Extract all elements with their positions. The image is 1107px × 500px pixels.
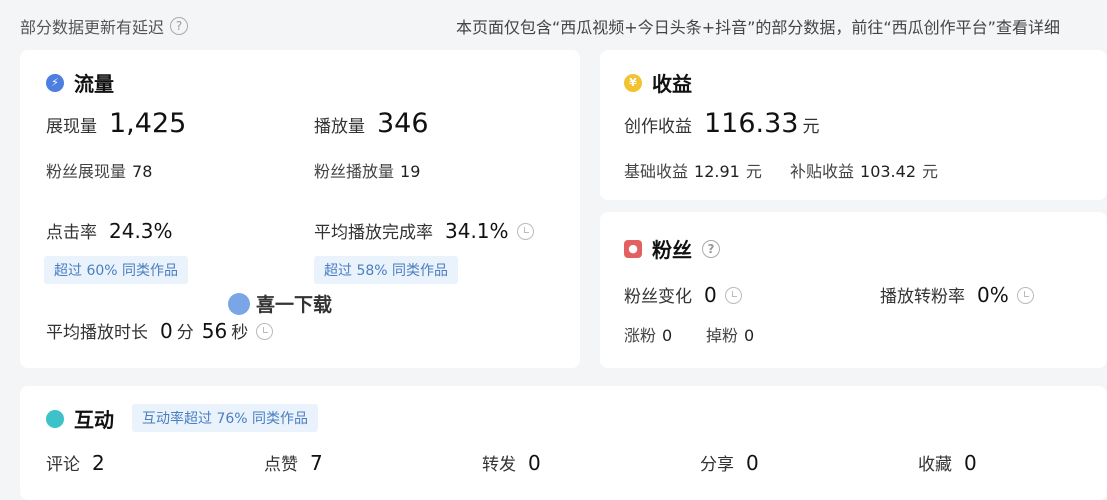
creation-revenue-value: 116.33 (704, 108, 799, 139)
ctr-value: 24.3% (109, 219, 173, 243)
comments-label: 评论 (46, 455, 80, 475)
conversion-metric: 播放转粉率 0% (880, 282, 1034, 307)
help-icon[interactable]: ? (170, 17, 189, 35)
ctr-label: 点击率 (46, 223, 97, 243)
chat-bubble-icon (46, 409, 64, 428)
interaction-item-shares: 分享 0 (700, 450, 759, 475)
traffic-title-text: 流量 (74, 72, 114, 96)
favorites-value: 0 (964, 451, 977, 475)
base-revenue-label: 基础收益 (624, 162, 689, 181)
watermark: 喜一下载 (228, 290, 332, 317)
person-icon: ● (624, 239, 642, 258)
interaction-item-comments: 评论 2 (46, 450, 105, 475)
shares-label: 分享 (700, 455, 734, 475)
traffic-title: ⚡ 流量 (46, 68, 114, 97)
fan-impressions-value: 78 (132, 162, 153, 181)
base-revenue-unit: 元 (745, 162, 762, 181)
completion-rank-tag: 超过 58% 同类作品 (314, 256, 459, 284)
minute-unit: 分 (176, 323, 194, 343)
interaction-rank-tag: 互动率超过 76% 同类作品 (132, 404, 319, 432)
fans-title-text: 粉丝 (652, 238, 692, 262)
delay-note: 部分数据更新有延迟 ? (20, 14, 189, 38)
subsidy-revenue-label: 补贴收益 (790, 162, 855, 181)
subsidy-revenue-unit: 元 (922, 162, 939, 181)
fan-impressions-metric: 粉丝展现量 78 (46, 158, 152, 182)
reposts-value: 0 (528, 451, 541, 475)
ctr-metric: 点击率 24.3% (46, 218, 173, 243)
avg-duration-metric: 平均播放时长 0 分 56 秒 (46, 318, 274, 343)
fans-change-label: 粉丝变化 (624, 287, 692, 307)
impressions-value: 1,425 (109, 108, 187, 139)
lightning-icon: ⚡ (46, 73, 64, 92)
scope-note: 本页面仅包含“西瓜视频+今日头条+抖音”的部分数据，前往“西瓜创作平台”查看详细 (456, 18, 1060, 37)
duration-clock-icon[interactable] (256, 323, 274, 340)
conversion-clock-icon[interactable] (1016, 287, 1034, 304)
fans-change-metric: 粉丝变化 0 (624, 282, 742, 307)
history-clock-icon[interactable] (516, 223, 534, 240)
fans-loss-metric: 掉粉 0 (706, 322, 754, 346)
second-unit: 秒 (231, 323, 249, 343)
fans-loss-label: 掉粉 (706, 326, 739, 345)
fans-change-value: 0 (704, 283, 717, 307)
conversion-value: 0% (977, 283, 1009, 307)
creation-revenue-label: 创作收益 (624, 117, 692, 137)
fan-plays-label: 粉丝播放量 (314, 162, 395, 181)
interaction-title: 互动 (46, 404, 114, 433)
fan-plays-metric: 粉丝播放量 19 (314, 158, 420, 182)
interaction-item-favorites: 收藏 0 (918, 450, 977, 475)
fans-title: ● 粉丝 ? (624, 234, 720, 263)
creation-revenue-metric: 创作收益 116.33 元 (624, 108, 819, 139)
interaction-item-reposts: 转发 0 (482, 450, 541, 475)
plays-value: 346 (377, 108, 429, 139)
conversion-label: 播放转粉率 (880, 287, 965, 307)
delay-note-text: 部分数据更新有延迟 (20, 18, 165, 37)
completion-metric: 平均播放完成率 34.1% (314, 218, 534, 243)
comments-value: 2 (92, 451, 105, 475)
interaction-item-likes: 点赞 7 (264, 450, 323, 475)
completion-value: 34.1% (445, 219, 509, 243)
completion-label: 平均播放完成率 (314, 223, 433, 243)
shares-value: 0 (746, 451, 759, 475)
reposts-label: 转发 (482, 455, 516, 475)
avg-duration-label: 平均播放时长 (46, 323, 148, 343)
fan-plays-value: 19 (400, 162, 421, 181)
fans-gain-metric: 涨粉 0 (624, 322, 672, 346)
revenue-title-text: 收益 (652, 72, 692, 96)
fan-impressions-label: 粉丝展现量 (46, 162, 127, 181)
plays-metric: 播放量 346 (314, 108, 429, 139)
watermark-logo-icon (228, 292, 250, 315)
likes-value: 7 (310, 451, 323, 475)
likes-label: 点赞 (264, 455, 298, 475)
impressions-metric: 展现量 1,425 (46, 108, 186, 139)
base-revenue-metric: 基础收益 12.91 元 (624, 158, 762, 182)
avg-duration-seconds: 56 (201, 319, 228, 343)
fans-loss-value: 0 (744, 326, 755, 345)
subsidy-revenue-metric: 补贴收益 103.42 元 (790, 158, 938, 182)
subsidy-revenue-value: 103.42 (860, 162, 916, 181)
base-revenue-value: 12.91 (694, 162, 740, 181)
avg-duration-minutes: 0 (160, 319, 173, 343)
ctr-rank-tag: 超过 60% 同类作品 (44, 256, 189, 284)
fans-change-clock-icon[interactable] (724, 287, 742, 304)
revenue-title: ¥ 收益 (624, 68, 692, 97)
coin-icon: ¥ (624, 73, 642, 92)
impressions-label: 展现量 (46, 117, 97, 137)
watermark-text: 喜一下载 (256, 294, 333, 316)
interaction-title-text: 互动 (74, 408, 114, 432)
fans-gain-value: 0 (662, 326, 673, 345)
favorites-label: 收藏 (918, 455, 952, 475)
fans-help-icon[interactable]: ? (702, 239, 720, 258)
creation-revenue-unit: 元 (802, 117, 820, 137)
plays-label: 播放量 (314, 117, 365, 137)
fans-gain-label: 涨粉 (624, 326, 657, 345)
